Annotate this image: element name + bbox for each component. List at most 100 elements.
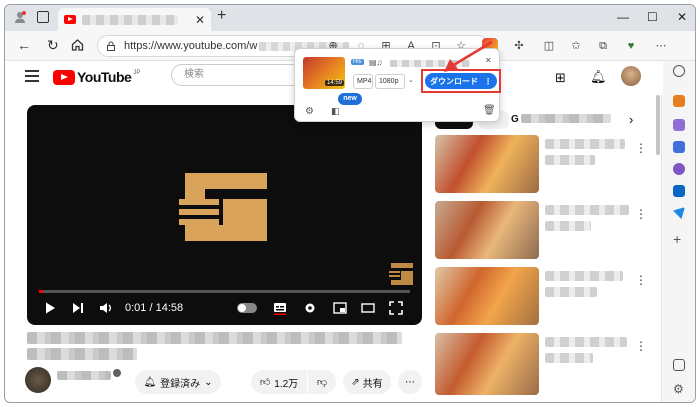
split-screen-icon[interactable]: ◫ [543, 40, 555, 52]
subscribe-label: 登録済み [160, 378, 201, 390]
favorites-icon[interactable]: ✩ [570, 40, 582, 52]
miniplayer-icon[interactable] [333, 301, 347, 315]
tab-youtube[interactable]: ✕ [58, 8, 211, 31]
time-total: 14:58 [155, 302, 184, 314]
reload-icon[interactable]: ↻ [47, 37, 59, 54]
recommended-title[interactable] [545, 271, 623, 281]
youtube-logo[interactable]: YouTube JP [53, 69, 140, 85]
extensions-icon[interactable]: ✣ [513, 40, 525, 52]
subscribed-bell-icon: 🔔︎ [143, 376, 157, 388]
settings-more-icon[interactable]: ⋯ [655, 40, 667, 52]
recommended-meta [545, 353, 593, 363]
back-icon[interactable]: ← [17, 37, 31, 53]
recommended-title[interactable] [545, 205, 629, 215]
youtube-logo-text: YouTube [77, 69, 132, 85]
region-code: JP [133, 70, 141, 76]
recommended-meta [545, 155, 595, 165]
recommended-thumbnail[interactable] [435, 135, 539, 193]
recommended-more-icon[interactable]: ⋮ [635, 273, 647, 287]
like-button[interactable]: 👍︎ 1.2万 [251, 370, 307, 394]
avatar[interactable] [621, 66, 641, 86]
popup-panel-icon[interactable]: ◧ [331, 106, 340, 117]
sidebar-outlook-icon[interactable] [673, 185, 685, 197]
chevron-right-icon[interactable]: › [629, 112, 633, 127]
watermark-logo-icon [389, 263, 413, 285]
share-button[interactable]: ⇗ 共有 [343, 370, 391, 394]
channel-name[interactable] [57, 371, 111, 380]
notifications-bell-icon[interactable]: 🔔︎ [590, 69, 607, 85]
sidebar-settings-icon[interactable]: ⚙ [673, 383, 685, 395]
sidebar-copilot-icon[interactable] [673, 163, 685, 175]
minimize-button[interactable]: — [617, 10, 629, 24]
chevron-down-icon: ⌄ [204, 376, 213, 388]
popup-trash-icon[interactable]: 🗑︎ [483, 105, 496, 116]
autoplay-toggle[interactable] [237, 303, 257, 313]
sidebar-add-icon[interactable]: + [673, 232, 685, 246]
quality-chevron-icon[interactable]: ⌄ [408, 76, 414, 84]
recommended-thumbnail[interactable] [435, 267, 539, 325]
quality-select[interactable]: 1080p [375, 74, 405, 89]
recommended-title[interactable] [545, 139, 625, 149]
time-current: 0:01 [125, 302, 147, 314]
recommended-title[interactable] [545, 337, 627, 347]
chip-label-obscured [521, 114, 611, 123]
recommended-thumbnail[interactable] [435, 333, 539, 395]
video-progress-bar[interactable] [39, 290, 410, 293]
play-icon[interactable] [43, 301, 57, 315]
youtube-favicon-icon [64, 15, 76, 24]
theater-mode-icon[interactable] [361, 301, 375, 315]
new-tab-button[interactable]: + [217, 7, 226, 25]
video-progress-fill [39, 290, 43, 293]
menu-icon[interactable] [25, 70, 39, 82]
close-button[interactable]: ✕ [677, 10, 687, 24]
tab-strip: ✕ + — ☐ ✕ [5, 5, 695, 31]
youtube-play-logo-icon [53, 69, 75, 85]
more-actions-button[interactable]: ⋯ [398, 370, 422, 394]
subtitles-icon[interactable] [273, 301, 287, 315]
create-icon[interactable]: ⊞ [555, 70, 566, 86]
sidebar-shopping-icon[interactable] [673, 95, 685, 107]
share-label: 共有 [362, 378, 383, 390]
recommended-more-icon[interactable]: ⋮ [635, 207, 647, 221]
file-type-icon: ▤♫ [369, 58, 383, 67]
browser-essentials-icon[interactable]: ♥ [625, 40, 637, 52]
recommended-more-icon[interactable]: ⋮ [635, 141, 647, 155]
collections-icon[interactable]: ⧉ [597, 40, 609, 52]
settings-gear-icon[interactable] [303, 301, 317, 315]
download-menu-icon[interactable]: ⋮ [484, 77, 492, 86]
sidebar-search-icon[interactable] [673, 65, 685, 77]
recommended-more-icon[interactable]: ⋮ [635, 339, 647, 353]
home-icon[interactable] [71, 38, 84, 54]
sidebar-hide-icon[interactable] [673, 359, 685, 371]
popup-duration: 14:59 [325, 80, 345, 86]
volume-icon[interactable] [99, 301, 113, 315]
video-time: 0:01 / 14:58 [125, 302, 183, 314]
maximize-button[interactable]: ☐ [647, 10, 658, 24]
sidebar-games-icon[interactable] [673, 141, 685, 153]
lock-icon[interactable] [106, 41, 116, 51]
page-scrollbar[interactable] [656, 95, 660, 155]
annotation-arrow-icon [444, 40, 493, 72]
new-badge: new [338, 93, 362, 105]
sidebar-send-icon[interactable] [673, 207, 685, 219]
video-player[interactable]: 0:01 / 14:58 [27, 105, 422, 325]
sidebar-tools-icon[interactable] [673, 119, 685, 131]
channel-avatar[interactable] [25, 367, 51, 393]
thumbs-down-icon: 👎︎ [316, 377, 328, 388]
next-icon[interactable] [71, 301, 85, 315]
time-separator: / [146, 302, 156, 314]
url-text: https://www.youtube.com/w [124, 40, 258, 52]
recommended-meta [545, 287, 597, 297]
channel-logo-icon [179, 173, 267, 241]
subscribe-button[interactable]: 🔔︎ 登録済み ⌄ [135, 370, 221, 394]
profile-icon[interactable] [13, 10, 27, 24]
tab-actions-icon[interactable] [37, 11, 49, 23]
tab-close-icon[interactable]: ✕ [195, 13, 205, 27]
fullscreen-icon[interactable] [389, 301, 403, 315]
chip-channel-label[interactable]: G [511, 114, 519, 125]
recommended-thumbnail[interactable] [435, 201, 539, 259]
hls-tag: Hls [351, 59, 364, 65]
popup-settings-icon[interactable]: ⚙ [305, 106, 314, 117]
format-select[interactable]: MP4 [353, 74, 373, 89]
dislike-button[interactable]: 👎︎ [308, 370, 336, 394]
